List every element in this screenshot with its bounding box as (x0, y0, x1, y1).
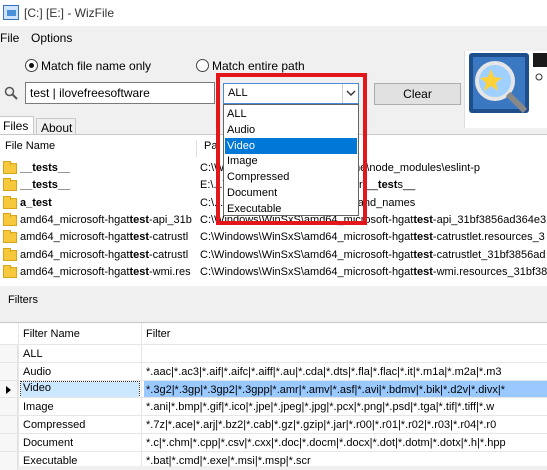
menu-options[interactable]: Options (31, 31, 72, 45)
file-path: C:\Windows\WinSxS\amd64_microsoft-hgatte… (200, 231, 545, 244)
window-title: [C:] [E:] - WizFile (24, 6, 114, 20)
filter-name-column-header[interactable]: Filter Name (23, 328, 80, 340)
title-bar: [C:] [E:] - WizFile (0, 0, 547, 26)
folder-icon (3, 264, 17, 278)
filter-name-cell[interactable]: Executable (23, 455, 141, 467)
folder-icon (3, 247, 17, 261)
filter-row[interactable]: Audio *.aac|*.ac3|*.aif|*.aifc|*.aiff|*.a… (0, 361, 547, 381)
filter-name-cell[interactable]: Compressed (23, 419, 141, 431)
filter-pattern-cell[interactable]: *.3g2|*.3gp|*.3gp2|*.3gpp|*.amr|*.amv|*.… (144, 380, 547, 398)
file-name: amd64_microsoft-hgattest-wmi.res (20, 265, 191, 278)
file-name: amd64_microsoft-hgattest-catrustl (20, 248, 189, 261)
match-entire-path-radio[interactable] (196, 59, 209, 72)
filter-pattern-cell[interactable]: *.c|*.chm|*.cpp|*.csv|*.cxx|*.doc|*.docm… (144, 434, 547, 451)
file-name: amd64_microsoft-hgattest-catrustl (20, 231, 189, 244)
file-name: amd64_microsoft-hgattest-api_31b (20, 213, 192, 226)
filter-pattern-cell[interactable]: *.7z|*.ace|*.arj|*.bz2|*.cab|*.gz|*.gzip… (144, 416, 547, 433)
filter-row[interactable]: Executable *.bat|*.cmd|*.exe|*.msi|*.msp|… (0, 450, 547, 470)
red-highlight-box (216, 73, 367, 225)
filter-pattern-cell[interactable]: *.bat|*.cmd|*.exe|*.msi|*.msp|*.scr (144, 452, 547, 469)
tab-files[interactable]: Files (0, 116, 34, 134)
filter-row[interactable]: Video *.3g2|*.3gp|*.3gp2|*.3gpp|*.amr|*.a… (0, 379, 547, 399)
folder-icon (3, 161, 17, 174)
wizfile-logo (464, 51, 547, 128)
folder-icon (3, 195, 17, 209)
row-header[interactable] (0, 451, 18, 470)
tab-about[interactable]: About (36, 118, 76, 135)
filter-row[interactable]: Image *.ani|*.bmp|*.gif|*.ico|*.jpe|*.jpe… (0, 397, 547, 417)
file-name: __tests__ (20, 179, 71, 192)
row-header[interactable] (0, 362, 18, 381)
filters-grid[interactable]: Filter Name Filter ALL Audio *.aac|*.ac3|*… (0, 322, 547, 470)
filter-name-cell[interactable]: Audio (23, 366, 141, 378)
search-icon (4, 86, 18, 100)
file-row[interactable]: amd64_microsoft-hgattest-catrustl C:\Wind… (0, 229, 547, 246)
filter-name-cell[interactable]: Video (20, 380, 140, 398)
filter-column-header[interactable]: Filter (146, 328, 170, 340)
wizfile-app-icon (3, 5, 19, 20)
search-input[interactable]: test | ilovefreesoftware (25, 82, 215, 104)
menu-file[interactable]: File (0, 31, 19, 45)
file-name-column-header[interactable]: File Name (5, 140, 55, 152)
filter-name-cell[interactable]: Document (23, 437, 141, 449)
file-name: __tests__ (20, 162, 71, 174)
folder-icon (3, 230, 17, 244)
menu-bar: File Options (0, 28, 547, 48)
match-file-name-radio[interactable] (25, 59, 38, 72)
panel-splitter[interactable] (0, 286, 547, 292)
filter-name-cell[interactable]: Image (23, 401, 141, 413)
filter-row[interactable]: Compressed *.7z|*.ace|*.arj|*.bz2|*.cab|*… (0, 415, 547, 435)
filter-pattern-cell[interactable] (144, 345, 547, 362)
filter-row[interactable]: Document *.c|*.chm|*.cpp|*.csv|*.cxx|*.do… (0, 433, 547, 452)
column-divider[interactable] (196, 140, 197, 157)
row-header[interactable] (0, 380, 18, 399)
file-row[interactable]: amd64_microsoft-hgattest-catrustl C:\Wind… (0, 247, 547, 264)
row-header[interactable] (0, 416, 18, 435)
match-entire-path-label[interactable]: Match entire path (212, 59, 305, 73)
filter-pattern-cell[interactable]: *.aac|*.ac3|*.aif|*.aifc|*.aiff|*.au|*.c… (144, 363, 547, 380)
folder-icon (3, 178, 17, 192)
clear-button[interactable]: Clear (374, 83, 461, 105)
filters-section-label: Filters (8, 294, 38, 306)
match-file-name-label[interactable]: Match file name only (41, 59, 151, 73)
file-path: C:\Windows\WinSxS\amd64_microsoft-hgatte… (200, 248, 546, 261)
row-header[interactable] (0, 345, 18, 363)
row-header[interactable] (0, 398, 18, 417)
filter-row[interactable]: ALL (0, 344, 547, 363)
file-path: C:\Windows\WinSxS\amd64_microsoft-hgatte… (200, 265, 547, 278)
file-row[interactable]: amd64_microsoft-hgattest-wmi.res C:\Windo… (0, 264, 547, 281)
file-name: a_test (20, 196, 52, 209)
folder-icon (3, 212, 17, 226)
current-row-arrow-icon (6, 385, 11, 394)
filter-name-cell[interactable]: ALL (23, 348, 141, 360)
filter-pattern-cell[interactable]: *.ani|*.bmp|*.gif|*.ico|*.jpe|*.jpeg|*.j… (144, 398, 547, 415)
row-header[interactable] (0, 434, 18, 452)
